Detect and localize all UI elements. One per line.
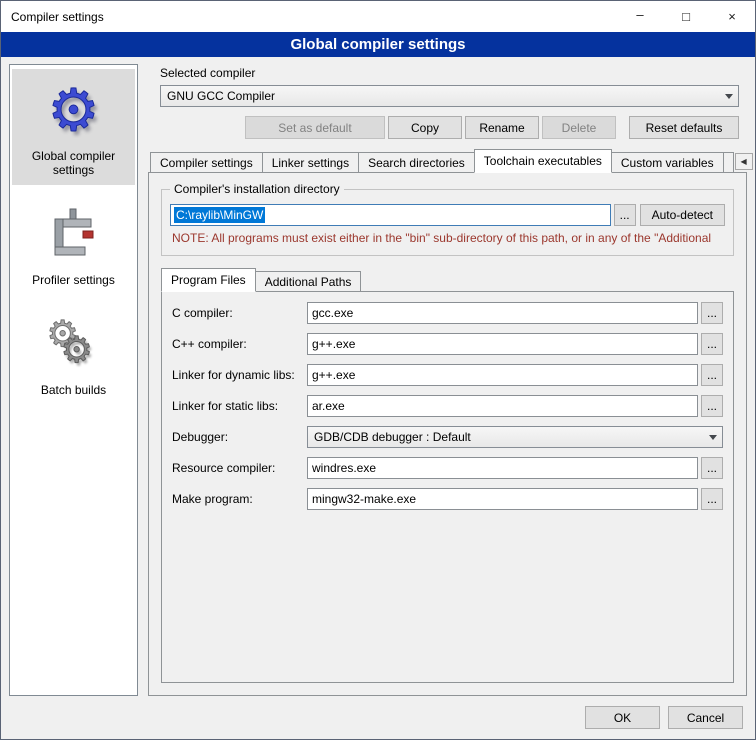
tab-linker-settings[interactable]: Linker settings — [262, 152, 359, 173]
tab-scroll-controls: ◀ ▶ — [733, 153, 756, 170]
form-row: C++ compiler: ... — [172, 333, 723, 355]
make-program-input[interactable] — [307, 488, 698, 510]
compiler-settings-dialog: Compiler settings – □ × Global compiler … — [0, 0, 756, 740]
tab-search-directories[interactable]: Search directories — [358, 152, 475, 173]
tab-custom-variables[interactable]: Custom variables — [611, 152, 724, 173]
chevron-down-icon — [720, 86, 738, 106]
sidebar-item-batch-builds[interactable]: ⚙ ⚙ Batch builds — [12, 305, 135, 405]
make-program-label: Make program: — [172, 492, 307, 506]
tab-compiler-settings[interactable]: Compiler settings — [150, 152, 263, 173]
titlebar[interactable]: Compiler settings – □ × — [1, 1, 755, 32]
installation-directory-value: C:\raylib\MinGW — [174, 207, 265, 223]
batch-builds-icon: ⚙ ⚙ — [45, 317, 103, 375]
c-compiler-input[interactable] — [307, 302, 698, 324]
form-row: Debugger: GDB/CDB debugger : Default — [172, 426, 723, 448]
selected-compiler-label: Selected compiler — [160, 66, 739, 80]
sidebar-item-profiler-settings[interactable]: Profiler settings — [12, 195, 135, 295]
settings-category-list: ⚙ Global compiler settings Profiler sett… — [9, 64, 138, 696]
installation-directory-label: Compiler's installation directory — [170, 182, 344, 196]
dialog-body: ⚙ Global compiler settings Profiler sett… — [1, 57, 755, 696]
installation-directory-group: Compiler's installation directory C:\ray… — [161, 189, 734, 256]
dialog-header: Global compiler settings — [1, 32, 755, 57]
form-row: C compiler: ... — [172, 302, 723, 324]
form-row: Linker for static libs: ... — [172, 395, 723, 417]
set-as-default-button[interactable]: Set as default — [245, 116, 385, 139]
sidebar-item-global-compiler-settings[interactable]: ⚙ Global compiler settings — [12, 69, 135, 185]
chevron-down-icon — [704, 427, 722, 447]
browse-make-program-button[interactable]: ... — [701, 488, 723, 510]
dialog-footer: OK Cancel — [1, 696, 755, 739]
browse-resource-compiler-button[interactable]: ... — [701, 457, 723, 479]
close-icon: × — [728, 9, 736, 24]
sidebar-item-label: Global compiler settings — [14, 149, 133, 177]
dynamic-linker-label: Linker for dynamic libs: — [172, 368, 307, 382]
main-panel: Selected compiler GNU GCC Compiler Set a… — [148, 64, 747, 696]
installation-directory-input[interactable]: C:\raylib\MinGW — [170, 204, 611, 226]
browse-cpp-compiler-button[interactable]: ... — [701, 333, 723, 355]
compiler-select-value: GNU GCC Compiler — [167, 89, 720, 103]
auto-detect-button[interactable]: Auto-detect — [640, 204, 725, 226]
toolchain-executables-panel: Compiler's installation directory C:\ray… — [148, 172, 747, 696]
debugger-select[interactable]: GDB/CDB debugger : Default — [307, 426, 723, 448]
rename-button[interactable]: Rename — [465, 116, 539, 139]
bin-subdirectory-note: NOTE: All programs must exist either in … — [172, 231, 725, 245]
dynamic-linker-input[interactable] — [307, 364, 698, 386]
minimize-button[interactable]: – — [617, 1, 663, 32]
arrow-left-icon: ◀ — [741, 157, 747, 166]
browse-dynamic-linker-button[interactable]: ... — [701, 364, 723, 386]
c-compiler-label: C compiler: — [172, 306, 307, 320]
close-button[interactable]: × — [709, 1, 755, 32]
profiler-icon — [49, 207, 99, 265]
tab-additional-paths[interactable]: Additional Paths — [255, 271, 362, 292]
window-title: Compiler settings — [1, 1, 617, 32]
sidebar-item-label: Profiler settings — [32, 273, 115, 287]
sidebar-item-label: Batch builds — [41, 383, 106, 397]
debugger-label: Debugger: — [172, 430, 307, 444]
reset-defaults-button[interactable]: Reset defaults — [629, 116, 739, 139]
compiler-select[interactable]: GNU GCC Compiler — [160, 85, 739, 107]
form-row: Make program: ... — [172, 488, 723, 510]
tab-toolchain-executables[interactable]: Toolchain executables — [474, 149, 612, 173]
maximize-button[interactable]: □ — [663, 1, 709, 32]
debugger-select-value: GDB/CDB debugger : Default — [314, 430, 704, 444]
maximize-icon: □ — [682, 9, 690, 24]
ok-button[interactable]: OK — [585, 706, 660, 729]
settings-tabstrip: Compiler settings Linker settings Search… — [148, 149, 747, 172]
static-linker-label: Linker for static libs: — [172, 399, 307, 413]
tab-scroll-left-button[interactable]: ◀ — [735, 153, 753, 170]
static-linker-input[interactable] — [307, 395, 698, 417]
browse-static-linker-button[interactable]: ... — [701, 395, 723, 417]
browse-directory-button[interactable]: ... — [614, 204, 636, 226]
form-row: Linker for dynamic libs: ... — [172, 364, 723, 386]
program-files-panel: C compiler: ... C++ compiler: ... Linker… — [161, 291, 734, 683]
gear-icon: ⚙ — [48, 81, 100, 141]
cpp-compiler-label: C++ compiler: — [172, 337, 307, 351]
compiler-actions: Set as default Copy Rename Delete Reset … — [160, 116, 739, 139]
minimize-icon: – — [636, 7, 643, 22]
browse-c-compiler-button[interactable]: ... — [701, 302, 723, 324]
delete-button[interactable]: Delete — [542, 116, 616, 139]
cancel-button[interactable]: Cancel — [668, 706, 743, 729]
resource-compiler-label: Resource compiler: — [172, 461, 307, 475]
tab-program-files[interactable]: Program Files — [161, 268, 256, 292]
form-row: Resource compiler: ... — [172, 457, 723, 479]
cpp-compiler-input[interactable] — [307, 333, 698, 355]
resource-compiler-input[interactable] — [307, 457, 698, 479]
copy-button[interactable]: Copy — [388, 116, 462, 139]
program-files-tabstrip: Program Files Additional Paths — [161, 268, 734, 291]
